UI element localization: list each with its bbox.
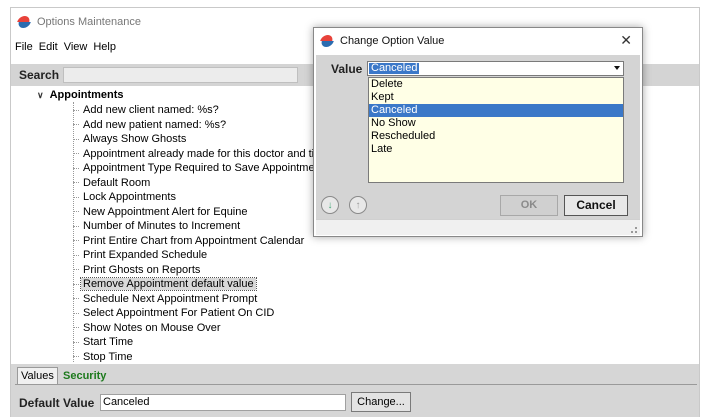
tree-item-label: Select Appointment For Patient On CID [83,307,275,319]
tree-item-label: Start Time [83,336,134,348]
tree-item[interactable]: Print Entire Chart from Appointment Cale… [73,234,306,248]
dropdown-option[interactable]: Kept [369,91,623,104]
dialog-body: Value Canceled Delete Kept Canceled No Show… [316,55,640,219]
tab-values[interactable]: Values [17,367,58,384]
tab-security[interactable]: Security [59,367,111,384]
tree-item[interactable]: New Appointment Alert for Equine [73,205,249,219]
tree-item-label: New Appointment Alert for Equine [83,205,248,218]
tree-item[interactable]: Start Time [73,335,135,349]
tree-item-label: Always Show Ghosts [83,133,187,145]
menu-edit[interactable]: Edit [39,41,58,57]
dropdown-option[interactable]: No Show [369,117,623,130]
tree-item[interactable]: Appointment already made for this doctor… [73,147,334,161]
menu-help[interactable]: Help [93,41,116,57]
tree-item-label: Print Expanded Schedule [83,249,208,261]
default-value-label: Default Value [19,396,95,410]
tree-item[interactable]: Schedule Next Appointment Prompt [73,292,259,306]
chevron-down-icon[interactable]: ∨ [37,90,44,101]
move-down-icon[interactable]: ↓ [321,196,339,214]
tree-item[interactable]: Stop Time [73,350,135,363]
tree-item-label: Default Room [83,176,151,189]
tree-item[interactable]: Add new client named: %s? [73,103,221,117]
tree-item[interactable]: Show Notes on Mouse Over [73,321,223,335]
resize-grip-icon[interactable] [631,227,637,233]
menu-bar: File Edit View Help [11,41,122,57]
tree-node-label: Appointments [49,89,124,101]
tree-item-label: Stop Time [83,350,133,363]
tree-item[interactable]: Appointment Type Required to Save Appoin… [73,161,326,175]
value-select-text: Canceled [369,62,420,74]
default-value-field[interactable]: Canceled [100,394,346,411]
dialog-footer: ↓ ↑ OK Cancel [316,192,640,219]
dialog-titlebar: Change Option Value ✕ [314,28,642,54]
dropdown-option[interactable]: Delete [369,78,623,91]
search-input[interactable] [63,67,299,83]
move-up-icon[interactable]: ↑ [349,196,367,214]
tree-item-label: Print Entire Chart from Appointment Cale… [83,234,305,247]
value-select[interactable]: Canceled [367,61,624,76]
dropdown-arrow-icon[interactable] [614,66,620,70]
tree-item[interactable]: Default Room [73,176,152,190]
ok-button[interactable]: OK [500,195,558,216]
menu-file[interactable]: File [15,41,33,57]
bottom-panel: Values Security Default Value Canceled C… [11,364,699,417]
value-label: Value [331,62,363,76]
tree-item[interactable]: Add new patient named: %s? [73,118,228,132]
tree-item-label: Number of Minutes to Increment [83,220,241,232]
menu-view[interactable]: View [64,41,88,57]
tree-item[interactable]: Remove Appointment default value [73,277,257,291]
tree-item[interactable]: Number of Minutes to Increment [73,219,242,233]
tree-item-label: Print Ghosts on Reports [83,263,201,276]
tree-item-label: Lock Appointments [83,191,176,203]
tree-item-label: Appointment Type Required to Save Appoin… [83,162,324,174]
app-logo-icon [17,15,31,29]
window-title: Options Maintenance [37,16,141,28]
cancel-button[interactable]: Cancel [564,195,628,216]
tree-item[interactable]: Select Appointment For Patient On CID [73,306,276,320]
change-option-value-dialog: Change Option Value ✕ Value Canceled Del… [313,27,643,237]
tree-item-label: Add new patient named: %s? [83,118,227,131]
dropdown-option[interactable]: Late [369,143,623,156]
dialog-title: Change Option Value [340,35,445,47]
dropdown-option[interactable]: Rescheduled [369,130,623,143]
app-logo-icon [320,34,334,48]
tree-item-label: Appointment already made for this doctor… [83,147,333,160]
tree-item[interactable]: Always Show Ghosts [73,132,188,146]
search-label: Search [19,68,60,82]
dialog-status-bar [316,219,640,235]
tree-item[interactable]: Lock Appointments [73,190,178,204]
dropdown-option[interactable]: Canceled [369,104,623,117]
change-button[interactable]: Change... [351,392,411,412]
screen: Options Maintenance File Edit View Help … [0,0,712,417]
tree-item-label: Schedule Next Appointment Prompt [83,292,258,305]
close-icon[interactable]: ✕ [620,32,632,49]
tree-item-label: Show Notes on Mouse Over [83,321,221,334]
value-dropdown-list: Delete Kept Canceled No Show Rescheduled Late [368,77,624,183]
tree-item[interactable]: Print Ghosts on Reports [73,263,202,277]
tree-item-label: Remove Appointment default value [80,277,257,291]
values-tab-body: Default Value Canceled Change... [15,384,697,414]
tree-item[interactable]: Print Expanded Schedule [73,248,209,262]
tree-node-appointments[interactable]: ∨ Appointments [37,89,124,101]
tree-item-label: Add new client named: %s? [83,104,219,116]
